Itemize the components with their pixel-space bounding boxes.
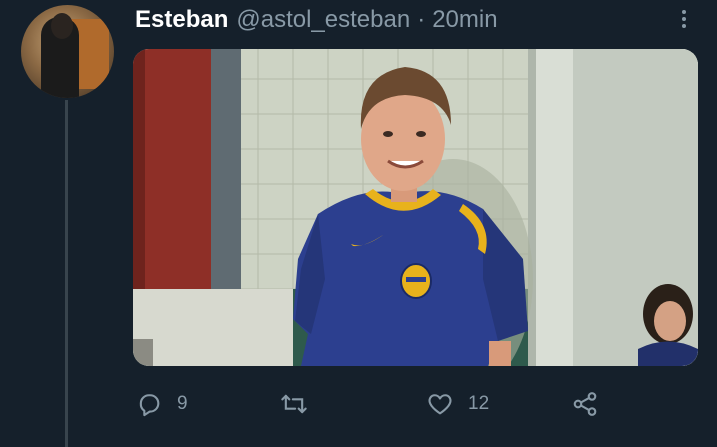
retweet-button[interactable] xyxy=(280,388,322,420)
tweet-timestamp[interactable]: 20min xyxy=(432,6,497,34)
avatar-head xyxy=(51,13,73,39)
user-handle[interactable]: @astol_esteban xyxy=(236,6,410,34)
display-name[interactable]: Esteban xyxy=(135,6,228,34)
reply-count: 9 xyxy=(177,393,188,414)
separator-dot: · xyxy=(417,6,426,33)
photo-illustration xyxy=(133,49,698,366)
retweet-icon xyxy=(281,394,307,414)
tweet-header: Esteban @astol_esteban · 20min xyxy=(135,4,498,36)
action-bar: 9 12 xyxy=(0,388,717,420)
reply-icon xyxy=(139,394,160,417)
share-button[interactable] xyxy=(571,388,599,420)
reply-button[interactable]: 9 xyxy=(135,388,188,420)
like-count: 12 xyxy=(468,393,490,414)
like-button[interactable]: 12 xyxy=(426,388,489,420)
tweet-photo[interactable] xyxy=(133,49,698,366)
share-icon xyxy=(573,392,597,416)
profile-avatar[interactable] xyxy=(21,5,114,98)
heart-icon xyxy=(428,394,452,415)
more-options-icon[interactable] xyxy=(672,6,696,32)
